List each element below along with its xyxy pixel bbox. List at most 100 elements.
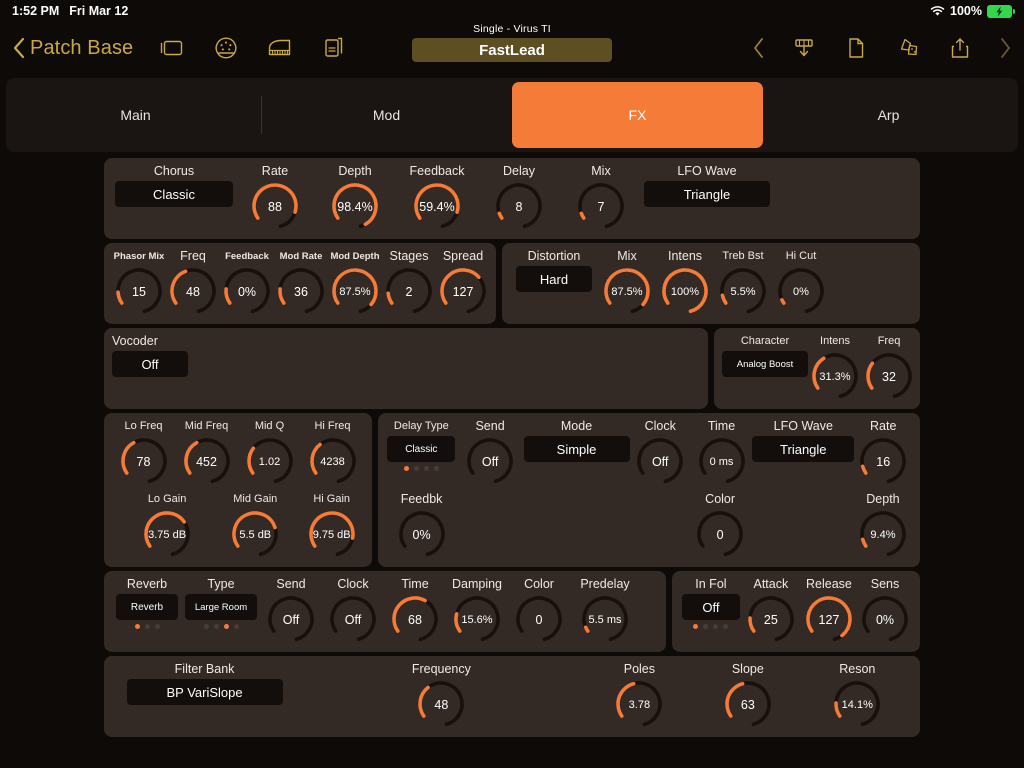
reverb-mode-dropdown[interactable]: Reverb <box>116 594 178 620</box>
delay-mode-dropdown[interactable]: Simple <box>523 436 630 462</box>
knob-chorus-depth[interactable]: Depth 98.4% <box>314 164 396 231</box>
knob-delay-send[interactable]: Send Off <box>457 419 524 486</box>
knob-label: Time <box>401 577 429 591</box>
knob-filter-frequency[interactable]: Frequency 48 <box>297 662 586 729</box>
knob-label: Mix <box>617 249 637 263</box>
knob-value: 31.3% <box>819 371 851 383</box>
knob-value: 68 <box>408 613 422 627</box>
knob-distortion-treble-boost[interactable]: Treb Bst 5.5% <box>714 249 772 316</box>
knob-reverb-predelay[interactable]: Predelay 5.5 ms <box>570 577 640 644</box>
knob-phasor-stages[interactable]: Stages 2 <box>382 249 436 316</box>
knob-filter-poles[interactable]: Poles 3.78 <box>586 662 693 729</box>
knob-label: Freq <box>180 249 206 263</box>
patch-name-button[interactable]: FastLead <box>412 38 612 62</box>
knob-value: 7 <box>597 200 605 214</box>
prev-patch-button[interactable] <box>752 36 765 60</box>
vocoder-dropdown[interactable]: Off <box>112 351 188 377</box>
knob-delay-color[interactable]: Color 0 <box>689 492 751 559</box>
knob-value: 4238 <box>320 456 345 468</box>
knob-eq-hi-gain[interactable]: Hi Gain 9.75 dB <box>299 492 364 559</box>
knob-chorus-feedback[interactable]: Feedback 59.4% <box>396 164 478 231</box>
knob-phasor-mod-depth[interactable]: Mod Depth 87.5% <box>328 249 382 316</box>
window-icon[interactable] <box>159 35 185 61</box>
filter-bank-preset-dropdown[interactable]: BP VariSlope <box>126 679 283 705</box>
knob-delay-time[interactable]: Time 0 ms <box>691 419 752 486</box>
page-dot <box>223 624 229 629</box>
knob-input-follower-attack[interactable]: Attack 25 <box>742 577 800 644</box>
chorus-lfo-wave-label: LFO Wave <box>677 164 737 178</box>
knob-reverb-time[interactable]: Time 68 <box>384 577 446 644</box>
input-follower-page-dots[interactable] <box>693 624 729 629</box>
knob-delay-rate[interactable]: Rate 16 <box>854 419 912 486</box>
knob-filter-reson[interactable]: Reson 14.1% <box>803 662 912 729</box>
share-icon[interactable] <box>947 35 973 61</box>
knob-phasor-mix[interactable]: Phasor Mix 15 <box>112 249 166 316</box>
knob-value: Off <box>481 455 499 469</box>
new-document-icon[interactable] <box>843 35 869 61</box>
back-button[interactable]: Patch Base <box>12 37 133 60</box>
knob-eq-mid-freq[interactable]: Mid Freq 452 <box>175 419 238 486</box>
knob-delay-clock[interactable]: Clock Off <box>630 419 691 486</box>
tab-mod[interactable]: Mod <box>261 82 512 148</box>
knob-chorus-delay[interactable]: Delay 8 <box>478 164 560 231</box>
reverb-mode-page-dots[interactable] <box>134 624 160 629</box>
delay-lfo-wave-dropdown[interactable]: Triangle <box>752 436 855 462</box>
knob-delay-depth[interactable]: Depth 9.4% <box>854 492 912 559</box>
knob-reverb-send[interactable]: Send Off <box>260 577 322 644</box>
knob-distortion-mix[interactable]: Mix 87.5% <box>598 249 656 316</box>
next-patch-button[interactable] <box>999 36 1012 60</box>
delay-type-label: Delay Type <box>393 420 449 432</box>
page-dot <box>423 466 429 471</box>
distortion-panel: Distortion Hard Mix 87.5% Intens 100% Tr… <box>502 243 920 324</box>
knob-distortion-intens[interactable]: Intens 100% <box>656 249 714 316</box>
knob-label: Time <box>707 419 736 433</box>
knob-reverb-clock[interactable]: Clock Off <box>322 577 384 644</box>
knob-reverb-color[interactable]: Color 0 <box>508 577 570 644</box>
input-follower-dropdown[interactable]: Off <box>681 594 740 620</box>
chorus-preset-dropdown[interactable]: Classic <box>115 181 233 207</box>
character-label: Character <box>740 335 790 347</box>
knob-eq-lo-freq[interactable]: Lo Freq 78 <box>112 419 175 486</box>
midi-din-icon[interactable] <box>213 35 239 61</box>
knob-label: Send <box>475 419 505 433</box>
delay-type-page-dots[interactable] <box>403 466 439 471</box>
knob-eq-mid-q[interactable]: Mid Q 1.02 <box>238 419 301 486</box>
knob-input-follower-release[interactable]: Release 127 <box>800 577 858 644</box>
tab-main[interactable]: Main <box>10 82 261 148</box>
knob-eq-mid-gain[interactable]: Mid Gain 5.5 dB <box>211 492 299 559</box>
tab-fx[interactable]: FX <box>512 82 763 148</box>
knob-value: 1.02 <box>258 456 281 468</box>
chorus-lfo-wave-dropdown[interactable]: Triangle <box>644 181 770 207</box>
document-copy-icon[interactable] <box>321 35 347 61</box>
knob-eq-hi-freq[interactable]: Hi Freq 4238 <box>301 419 364 486</box>
knob-chorus-mix[interactable]: Mix 7 <box>560 164 642 231</box>
knob-delay-feedbk[interactable]: Feedbk 0% <box>386 492 457 559</box>
knob-reverb-damping[interactable]: Damping 15.6% <box>446 577 508 644</box>
knob-chorus-rate[interactable]: Rate 88 <box>236 164 314 231</box>
knob-label: Stages <box>389 249 429 263</box>
knob-distortion-hi-cut[interactable]: Hi Cut 0% <box>772 249 830 316</box>
knob-value: 8 <box>515 200 523 214</box>
knob-phasor-feedback[interactable]: Feedback 0% <box>220 249 274 316</box>
status-time: 1:52 PM <box>12 4 60 18</box>
download-to-synth-icon[interactable] <box>791 35 817 61</box>
knob-eq-lo-gain[interactable]: Lo Gain 3.75 dB <box>123 492 211 559</box>
knob-phasor-spread[interactable]: Spread 127 <box>436 249 490 316</box>
tab-arp[interactable]: Arp <box>763 82 1014 148</box>
knob-phasor-mod-rate[interactable]: Mod Rate 36 <box>274 249 328 316</box>
knob-character-intens[interactable]: Intens 31.3% <box>808 334 862 401</box>
character-dropdown[interactable]: Analog Boost <box>722 351 808 377</box>
piano-icon[interactable] <box>267 35 293 61</box>
knob-input-follower-sens[interactable]: Sens 0% <box>858 577 912 644</box>
reverb-type-dropdown[interactable]: Large Room <box>185 594 257 620</box>
reverb-type-page-dots[interactable] <box>203 624 239 629</box>
knob-filter-slope[interactable]: Slope 63 <box>693 662 802 729</box>
knob-phasor-freq[interactable]: Freq 48 <box>166 249 220 316</box>
delay-panel: Delay Type Classic Send Off Mode Simple <box>378 413 920 567</box>
delay-type-dropdown[interactable]: Classic <box>387 436 456 462</box>
knob-character-freq[interactable]: Freq 32 <box>862 334 916 401</box>
knob-value: 88 <box>268 200 282 214</box>
randomize-dice-icon[interactable] <box>895 35 921 61</box>
distortion-type-dropdown[interactable]: Hard <box>516 266 592 292</box>
knob-value: 0 ms <box>709 456 734 468</box>
